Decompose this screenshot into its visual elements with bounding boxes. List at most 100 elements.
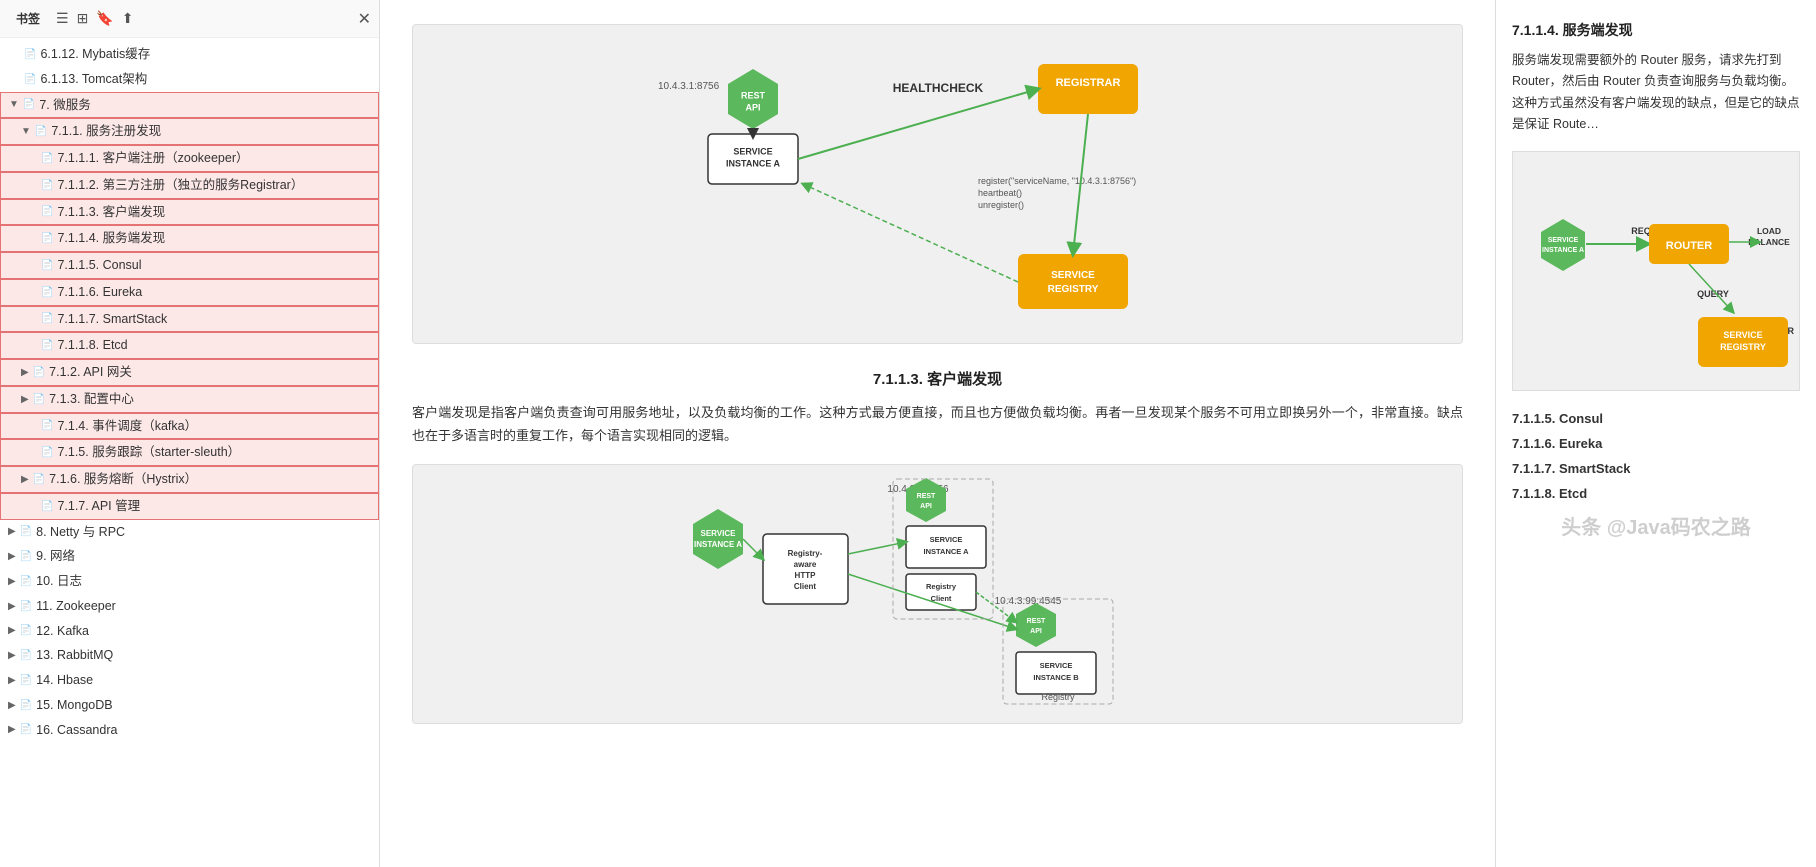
sidebar-item-label: 13. RabbitMQ: [36, 646, 113, 665]
sidebar-item-12[interactable]: ▶📄12. Kafka: [0, 619, 379, 644]
right-subsection-number: 7.1.1.6. Eureka: [1512, 436, 1602, 451]
right-panel: 7.1.1.4. 服务端发现 服务端发现需要额外的 Router 服务，请求先打…: [1496, 0, 1816, 867]
svg-text:API: API: [1030, 628, 1042, 635]
bookmark-icon: 📄: [35, 124, 47, 139]
sidebar-item-15[interactable]: ▶📄15. MongoDB: [0, 693, 379, 718]
sidebar-item-14[interactable]: ▶📄14. Hbase: [0, 668, 379, 693]
bookmark-icon: 📄: [41, 178, 53, 193]
sidebar-item-9[interactable]: ▶📄9. 网络: [0, 544, 379, 569]
sidebar-item-label: 7.1.1.4. 服务端发现: [57, 229, 165, 248]
sidebar-item-label: 7.1.6. 服务熔断（Hystrix）: [49, 470, 197, 489]
svg-text:SERVICE: SERVICE: [700, 529, 736, 538]
arrow-icon: ▶: [21, 365, 29, 380]
svg-text:API: API: [920, 503, 932, 510]
sidebar-item-7.1.1.3[interactable]: 📄7.1.1.3. 客户端发现: [0, 199, 379, 226]
bookmark-icon: 📄: [41, 311, 53, 326]
ip-label-2b: 10.4.3.99:4545: [994, 596, 1061, 607]
sidebar-item-label: 7.1.1.2. 第三方注册（独立的服务Registrar）: [57, 176, 303, 195]
arrow-icon: ▼: [21, 124, 31, 139]
bookmark-icon: 📄: [20, 648, 32, 663]
sidebar-item-label: 10. 日志: [36, 572, 82, 591]
sidebar-item-7.1.7[interactable]: 📄7.1.7. API 管理: [0, 493, 379, 520]
svg-text:INSTANCE A: INSTANCE A: [694, 540, 742, 549]
sidebar-item-7.1.1.4[interactable]: 📄7.1.1.4. 服务端发现: [0, 225, 379, 252]
watermark: 头条 @Java码农之路: [1512, 511, 1800, 540]
sidebar: 书签 ☰ ⊞ 🔖 ⬆ ✕ 📄6.1.12. Mybatis缓存📄6.1.13. …: [0, 0, 380, 867]
svg-text:SERVICE: SERVICE: [1039, 661, 1072, 670]
arrow-icon: ▶: [8, 722, 16, 737]
registry-bottom-text: Registry: [1041, 692, 1075, 702]
bookmark-icon: 📄: [41, 338, 53, 353]
bookmark-icon: 📄: [41, 204, 53, 219]
sidebar-item-10[interactable]: ▶📄10. 日志: [0, 569, 379, 594]
bookmark-icon: 📄: [20, 698, 32, 713]
arrow-icon: ▶: [21, 472, 29, 487]
bookmark-icon: 📄: [41, 445, 53, 460]
sidebar-item-7.1.5[interactable]: 📄7.1.5. 服务跟踪（starter-sleuth）: [0, 439, 379, 466]
sidebar-item-8[interactable]: ▶📄8. Netty 与 RPC: [0, 520, 379, 545]
diagram-client-discovery: 10.4.3.1:8756 10.4.3.99:4545 SERVICE INS…: [412, 464, 1463, 724]
svg-text:Registry: Registry: [925, 582, 956, 591]
hex-service-a-left: [693, 509, 743, 569]
svg-text:SERVICE: SERVICE: [1548, 237, 1579, 244]
sidebar-item-7.1.1.8[interactable]: 📄 7.1.1.8. Etcd: [0, 332, 379, 359]
sidebar-item-label: 7.1.1.5. Consul: [57, 256, 141, 275]
sidebar-item-7.1.1.7[interactable]: 📄 7.1.1.7. SmartStack: [0, 306, 379, 333]
svg-text:REST: REST: [1026, 618, 1045, 625]
svg-text:SERVICE: SERVICE: [733, 146, 772, 156]
sidebar-item-label: 7.1.1.1. 客户端注册（zookeeper）: [57, 149, 248, 168]
bookmark-icon: 📄: [23, 97, 35, 112]
sidebar-item-7.1.2[interactable]: ▶ 📄 7.1.2. API 网关: [0, 359, 379, 386]
bookmark-icon: 📄: [20, 599, 32, 614]
right-subsection-7.1.1.5: 7.1.1.5. Consul: [1512, 411, 1800, 426]
bookmark-icon: 📄: [20, 673, 32, 688]
svg-text:INSTANCE A: INSTANCE A: [1542, 247, 1584, 254]
sidebar-item-7[interactable]: ▼📄7. 微服务: [0, 92, 379, 119]
sidebar-item-6.1.13[interactable]: 📄6.1.13. Tomcat架构: [0, 67, 379, 92]
arrow-icon: ▶: [8, 549, 16, 564]
right-subsection-number: 7.1.1.8. Etcd: [1512, 486, 1587, 501]
load-balance-label: LOAD: [1757, 226, 1781, 236]
sidebar-item-7.1.3[interactable]: ▶📄7.1.3. 配置中心: [0, 386, 379, 413]
sidebar-item-7.1.1.1[interactable]: 📄7.1.1.1. 客户端注册（zookeeper）: [0, 145, 379, 172]
sidebar-item-label: 7.1.1.8. Etcd: [57, 336, 127, 355]
svg-text:Client: Client: [793, 582, 816, 591]
sidebar-item-11[interactable]: ▶📄11. Zookeeper: [0, 594, 379, 619]
sidebar-label: 书签: [8, 6, 48, 31]
right-subsections: 7.1.1.5. Consul 7.1.1.6. Eureka 7.1.1.7. S…: [1512, 411, 1800, 501]
sidebar-item-16[interactable]: ▶📄16. Cassandra: [0, 718, 379, 743]
svg-text:REGISTRY: REGISTRY: [1720, 342, 1766, 352]
svg-text:ROUTER: ROUTER: [1666, 240, 1713, 252]
share-icon[interactable]: ⬆: [122, 10, 134, 27]
sidebar-tree: 📄6.1.12. Mybatis缓存📄6.1.13. Tomcat架构 ▼ 📄 7. …: [0, 38, 379, 867]
sidebar-item-7.1.1[interactable]: ▼ 📄 7.1.1. 服务注册发现: [0, 118, 379, 145]
sidebar-item-13[interactable]: ▶📄13. RabbitMQ: [0, 643, 379, 668]
right-subsection-number: 7.1.1.7. SmartStack: [1512, 461, 1631, 476]
right-subsection-number: 7.1.1.5. Consul: [1512, 411, 1603, 426]
sidebar-item-7.1.1.2[interactable]: 📄 7.1.1.2. 第三方注册（独立的服务Registrar）: [0, 172, 379, 199]
sidebar-item-7.1.4[interactable]: 📄7.1.4. 事件调度（kafka）: [0, 413, 379, 440]
save-icon[interactable]: 🔖: [96, 10, 113, 27]
sidebar-item-7.1.6[interactable]: ▶📄7.1.6. 服务熔断（Hystrix）: [0, 466, 379, 493]
sidebar-item-label: 12. Kafka: [36, 622, 89, 641]
sidebar-item-7.1.1.5[interactable]: 📄7.1.1.5. Consul: [0, 252, 379, 279]
close-icon[interactable]: ✕: [358, 9, 371, 29]
bookmark-list-icon[interactable]: ☰: [56, 10, 69, 27]
sidebar-item-label: 8. Netty 与 RPC: [36, 523, 125, 542]
arrow-icon: ▶: [8, 698, 16, 713]
bookmark-icon: 📄: [20, 722, 32, 737]
add-bookmark-icon[interactable]: ⊞: [77, 10, 89, 27]
bookmark-icon: 📄: [33, 365, 45, 380]
bookmark-icon: 📄: [20, 623, 32, 638]
bookmark-icon: 📄: [41, 285, 53, 300]
sidebar-item-label: 7.1.2. API 网关: [49, 363, 132, 382]
sidebar-item-label: 7.1.1. 服务注册发现: [51, 122, 161, 141]
svg-text:API: API: [745, 102, 760, 112]
sidebar-item-label: 7. 微服务: [39, 96, 90, 115]
sidebar-item-6.1.12[interactable]: 📄6.1.12. Mybatis缓存: [0, 42, 379, 67]
sidebar-item-7.1.1.6[interactable]: 📄7.1.1.6. Eureka: [0, 279, 379, 306]
svg-text:REGISTRY: REGISTRY: [1047, 284, 1098, 295]
registrar-box: [1038, 64, 1138, 114]
bookmark-icon: 📄: [41, 499, 53, 514]
sidebar-item-label: 7.1.1.7. SmartStack: [57, 310, 167, 329]
